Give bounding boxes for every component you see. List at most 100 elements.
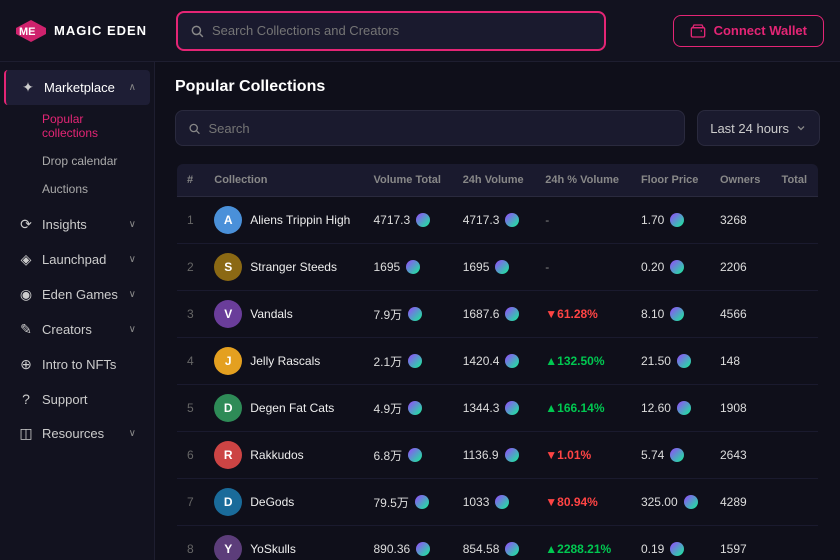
sol-icon bbox=[416, 213, 430, 227]
collection-avatar: D bbox=[214, 488, 242, 516]
pct-24h-cell: ▼80.94% bbox=[535, 479, 631, 526]
page-title: Popular Collections bbox=[175, 78, 820, 96]
sol-icon bbox=[415, 495, 429, 509]
filter-row: Last 24 hours bbox=[175, 110, 820, 146]
sol-icon bbox=[416, 542, 430, 556]
sol-icon bbox=[505, 542, 519, 556]
total-cell bbox=[772, 526, 819, 560]
collection-name: Rakkudos bbox=[250, 448, 303, 462]
filter-time-dropdown[interactable]: Last 24 hours bbox=[697, 110, 820, 146]
volume-total-cell: 2.1万 bbox=[363, 338, 452, 385]
collection-name: DeGods bbox=[250, 495, 294, 509]
logo: ME MAGIC EDEN bbox=[16, 20, 156, 42]
pct-24h-cell: - bbox=[535, 197, 631, 244]
rank-cell: 7 bbox=[176, 479, 204, 526]
volume-24h-cell: 1695 bbox=[453, 244, 536, 291]
filter-search-icon bbox=[188, 122, 200, 135]
owners-cell: 3268 bbox=[710, 197, 772, 244]
table-row[interactable]: 5 D Degen Fat Cats 4.9万 1344.3 ▲166.14% … bbox=[176, 385, 819, 432]
collection-name-cell: V Vandals bbox=[204, 291, 363, 338]
floor-price-cell: 0.20 bbox=[631, 244, 710, 291]
logo-text: MAGIC EDEN bbox=[54, 23, 147, 38]
sidebar-item-creators[interactable]: ✎ Creators ∨ bbox=[4, 312, 150, 347]
wallet-icon bbox=[690, 23, 706, 39]
rank-cell: 2 bbox=[176, 244, 204, 291]
table-row[interactable]: 6 R Rakkudos 6.8万 1136.9 ▼1.01% 5.74 264… bbox=[176, 432, 819, 479]
global-search-input[interactable] bbox=[212, 23, 592, 38]
creators-label: Creators bbox=[42, 322, 92, 337]
owners-cell: 2206 bbox=[710, 244, 772, 291]
sol-icon bbox=[505, 354, 519, 368]
collection-avatar: A bbox=[214, 206, 242, 234]
header-actions: Connect Wallet bbox=[673, 15, 824, 47]
sol-icon bbox=[684, 495, 698, 509]
support-label: Support bbox=[42, 392, 88, 407]
floor-price-cell: 5.74 bbox=[631, 432, 710, 479]
sidebar: ✦ Marketplace ∧ Popular collections Drop… bbox=[0, 62, 155, 560]
resources-icon: ◫ bbox=[18, 425, 34, 442]
total-cell bbox=[772, 244, 819, 291]
rank-cell: 6 bbox=[176, 432, 204, 479]
filter-search-input[interactable] bbox=[208, 121, 672, 136]
table-row[interactable]: 2 S Stranger Steeds 1695 1695 - 0.20 220… bbox=[176, 244, 819, 291]
volume-24h-cell: 1033 bbox=[453, 479, 536, 526]
sol-icon bbox=[505, 401, 519, 415]
body: ✦ Marketplace ∧ Popular collections Drop… bbox=[0, 62, 840, 560]
sidebar-item-insights[interactable]: ⟳ Insights ∨ bbox=[4, 207, 150, 242]
pct-badge: - bbox=[545, 260, 549, 274]
sidebar-item-intro-nfts[interactable]: ⊕ Intro to NFTs bbox=[4, 347, 150, 382]
volume-total-cell: 6.8万 bbox=[363, 432, 452, 479]
sidebar-sub-popular-collections[interactable]: Popular collections bbox=[4, 105, 150, 147]
sidebar-item-launchpad[interactable]: ◈ Launchpad ∨ bbox=[4, 242, 150, 277]
sol-icon bbox=[670, 213, 684, 227]
pct-24h-cell: ▼1.01% bbox=[535, 432, 631, 479]
pct-badge: ▲132.50% bbox=[545, 354, 604, 368]
creators-icon: ✎ bbox=[18, 321, 34, 338]
volume-total-cell: 1695 bbox=[363, 244, 452, 291]
sidebar-sub-auctions[interactable]: Auctions bbox=[4, 175, 150, 203]
collection-name-cell: R Rakkudos bbox=[204, 432, 363, 479]
sol-icon bbox=[670, 307, 684, 321]
connect-wallet-button[interactable]: Connect Wallet bbox=[673, 15, 824, 47]
eden-games-chevron: ∨ bbox=[129, 289, 136, 300]
marketplace-label: Marketplace bbox=[44, 80, 115, 95]
filter-search-bar[interactable] bbox=[175, 110, 685, 146]
table-row[interactable]: 3 V Vandals 7.9万 1687.6 ▼61.28% 8.10 456… bbox=[176, 291, 819, 338]
eden-games-label: Eden Games bbox=[42, 287, 118, 302]
collection-name: Degen Fat Cats bbox=[250, 401, 334, 415]
logo-icon: ME bbox=[16, 20, 46, 42]
owners-cell: 2643 bbox=[710, 432, 772, 479]
pct-badge: ▼80.94% bbox=[545, 495, 598, 509]
total-cell bbox=[772, 197, 819, 244]
table-row[interactable]: 7 D DeGods 79.5万 1033 ▼80.94% 325.00 428… bbox=[176, 479, 819, 526]
sidebar-item-support[interactable]: ? Support bbox=[4, 382, 150, 416]
owners-cell: 1908 bbox=[710, 385, 772, 432]
sol-icon bbox=[495, 495, 509, 509]
sidebar-sub-drop-calendar[interactable]: Drop calendar bbox=[4, 147, 150, 175]
volume-total-cell: 79.5万 bbox=[363, 479, 452, 526]
volume-24h-cell: 1420.4 bbox=[453, 338, 536, 385]
global-search-bar[interactable] bbox=[176, 11, 606, 51]
collection-avatar: D bbox=[214, 394, 242, 422]
table-row[interactable]: 8 Y YoSkulls 890.36 854.58 ▲2288.21% 0.1… bbox=[176, 526, 819, 560]
resources-chevron: ∨ bbox=[129, 428, 136, 439]
collection-name: Stranger Steeds bbox=[250, 260, 337, 274]
pct-badge: ▲2288.21% bbox=[545, 542, 611, 556]
sol-icon bbox=[408, 354, 422, 368]
sidebar-section-marketplace: ✦ Marketplace ∧ Popular collections Drop… bbox=[0, 70, 154, 203]
table-row[interactable]: 4 J Jelly Rascals 2.1万 1420.4 ▲132.50% 2… bbox=[176, 338, 819, 385]
launchpad-chevron: ∨ bbox=[129, 254, 136, 265]
sidebar-item-resources[interactable]: ◫ Resources ∨ bbox=[4, 416, 150, 451]
col-rank: # bbox=[176, 163, 204, 197]
sol-icon bbox=[505, 307, 519, 321]
sidebar-item-eden-games[interactable]: ◉ Eden Games ∨ bbox=[4, 277, 150, 312]
floor-price-cell: 1.70 bbox=[631, 197, 710, 244]
table-row[interactable]: 1 A Aliens Trippin High 4717.3 4717.3 - … bbox=[176, 197, 819, 244]
sol-icon bbox=[677, 401, 691, 415]
sol-icon bbox=[408, 448, 422, 462]
marketplace-icon: ✦ bbox=[20, 79, 36, 96]
volume-24h-cell: 1687.6 bbox=[453, 291, 536, 338]
sidebar-item-marketplace[interactable]: ✦ Marketplace ∧ bbox=[4, 70, 150, 105]
intro-nfts-icon: ⊕ bbox=[18, 356, 34, 373]
collection-avatar: J bbox=[214, 347, 242, 375]
